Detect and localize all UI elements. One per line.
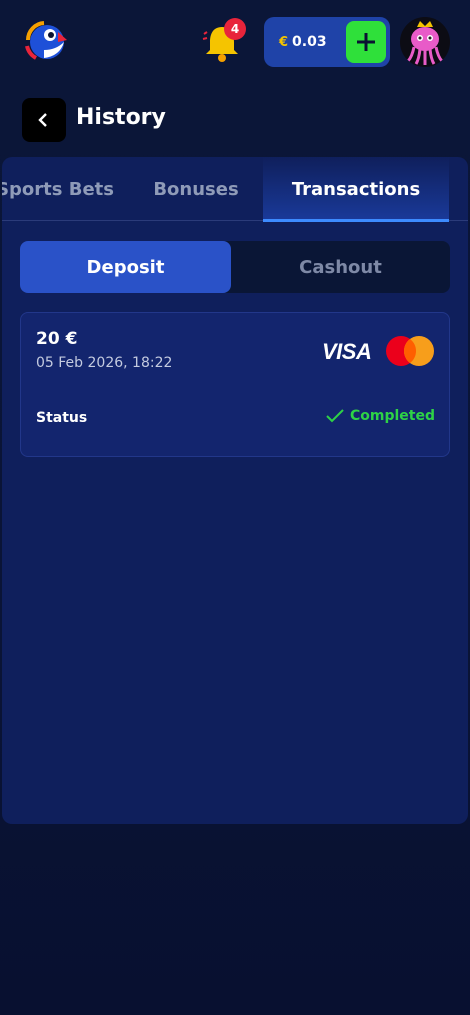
visa-logo: VISA [322, 339, 372, 364]
jellyfish-avatar-icon [406, 21, 444, 65]
notifications-button[interactable]: 4 [200, 18, 246, 64]
balance-amount: 0.03 [292, 34, 327, 50]
tab-label: Sports Bets [2, 178, 114, 200]
mastercard-logo-icon [385, 335, 435, 367]
transaction-type-toggle: Deposit Cashout [20, 241, 450, 293]
tab-bonuses[interactable]: Bonuses [134, 157, 258, 221]
plus-icon [357, 33, 375, 51]
cashout-button[interactable]: Cashout [231, 241, 450, 293]
chevron-left-icon [38, 113, 47, 127]
tab-label: Bonuses [153, 178, 239, 200]
history-panel: Sports Bets Bonuses Transactions Deposit… [2, 157, 468, 824]
user-avatar[interactable] [400, 17, 450, 67]
transaction-date: 05 Feb 2026, 18:22 [36, 355, 173, 371]
balance-currency: € [279, 34, 289, 50]
transaction-card[interactable]: 20 € 05 Feb 2026, 18:22 VISA Status Comp… [20, 312, 450, 457]
status-value: Completed [326, 408, 435, 424]
tab-transactions[interactable]: Transactions [263, 157, 449, 222]
check-icon [326, 409, 344, 423]
balance-widget[interactable]: € 0.03 [264, 17, 390, 67]
status-label: Status [36, 410, 88, 426]
notification-count-badge: 4 [224, 18, 246, 40]
history-tabs: Sports Bets Bonuses Transactions [2, 157, 468, 222]
back-button[interactable] [22, 98, 66, 142]
history-page: 4 € 0.03 History Sports Bets Bonuses Tra… [0, 0, 470, 1015]
tab-sports-bets[interactable]: Sports Bets [2, 157, 114, 221]
add-funds-button[interactable] [346, 21, 386, 63]
page-title: History [76, 105, 166, 130]
transaction-amount: 20 € [36, 329, 78, 349]
deposit-button[interactable]: Deposit [20, 241, 231, 293]
parrot-logo-icon[interactable] [22, 18, 68, 64]
top-header: 4 € 0.03 [0, 0, 470, 84]
tab-label: Transactions [291, 178, 421, 200]
status-text: Completed [349, 408, 435, 424]
